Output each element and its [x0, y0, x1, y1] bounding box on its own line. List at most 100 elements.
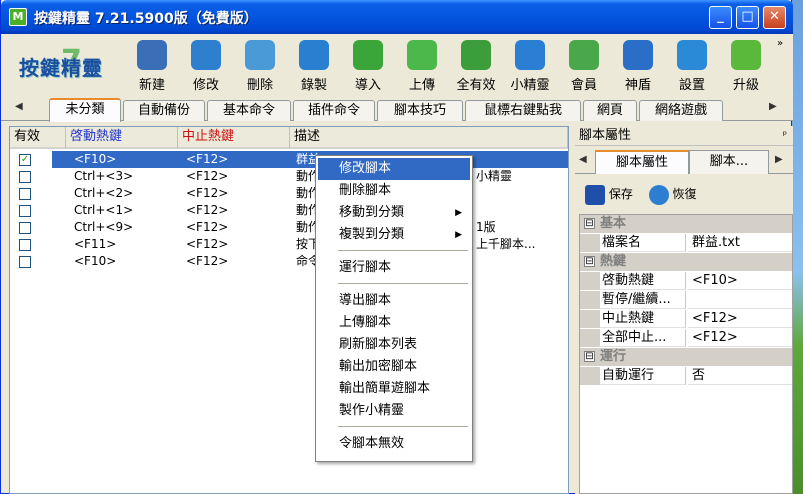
- tab-1[interactable]: 未分類: [49, 98, 121, 122]
- property-value[interactable]: 否: [688, 367, 792, 385]
- column-header-start-key[interactable]: 啓動熱鍵: [66, 127, 178, 149]
- tab-scroll-right-icon[interactable]: ▶: [769, 101, 777, 112]
- enabled-checkbox[interactable]: [19, 171, 31, 183]
- property-category[interactable]: ⊟ 熱鍵: [580, 253, 792, 271]
- enabled-checkbox[interactable]: [19, 239, 31, 251]
- toolbar-label: 導入: [354, 78, 381, 93]
- property-category[interactable]: ⊟ 基本: [580, 215, 792, 233]
- table-row[interactable]: Ctrl+<9> <F12> 動作 1版: [10, 219, 568, 236]
- toolbar-button-import[interactable]: 導入: [345, 38, 391, 96]
- property-row[interactable]: 全部中止... <F12>: [580, 329, 792, 347]
- toolbar-button-upgrade[interactable]: 升級: [723, 38, 769, 96]
- toolbar-button-edit[interactable]: 修改: [183, 38, 229, 96]
- toolbar-button-upload[interactable]: 上傳: [399, 38, 445, 96]
- menu-item-9[interactable]: 輸出加密腳本: [318, 356, 470, 378]
- enabled-checkbox[interactable]: [19, 256, 31, 268]
- tab-6[interactable]: 鼠標右鍵點我: [465, 100, 581, 121]
- maximize-button[interactable]: □: [736, 6, 759, 29]
- main-window: M 按鍵精靈 7.21.5900版（免費版） _ □ ✕ 7 按鍵精靈 新建 修改…: [0, 0, 793, 494]
- toolbar-button-shield[interactable]: 神盾: [615, 38, 661, 96]
- tab-scroll-left-icon[interactable]: ◀: [15, 101, 23, 112]
- enabled-checkbox[interactable]: [19, 188, 31, 200]
- menu-item-1[interactable]: 修改腳本: [318, 158, 470, 180]
- menu-item-5[interactable]: 運行腳本: [318, 257, 470, 279]
- category-tabs: ◀ 未分類 自動備份 基本命令 插件命令 腳本技巧 鼠標右鍵點我 網頁 網絡遊戲 ▶: [1, 97, 793, 122]
- menu-item-11[interactable]: 製作小精靈: [318, 400, 470, 422]
- pin-icon[interactable]: ᵖ: [783, 126, 787, 146]
- column-header-description[interactable]: 描述: [290, 127, 568, 149]
- menu-item-4[interactable]: 複製到分類 ▶: [318, 224, 470, 246]
- save-button[interactable]: 保存: [585, 184, 637, 205]
- menu-separator: [338, 250, 468, 251]
- toolbar-button-check-all[interactable]: 全有效: [453, 38, 499, 96]
- tab-3[interactable]: 基本命令: [207, 100, 291, 121]
- collapse-toggle-icon[interactable]: ⊟: [584, 218, 595, 229]
- tab-script-properties[interactable]: 腳本屬性: [595, 150, 689, 174]
- menu-item-label: 上傳腳本: [339, 315, 392, 330]
- property-grid[interactable]: ⊟ 基本 檔案名 群益.txt ⊟ 熱鍵 啓動熱鍵 <F10> 暫停/繼續... 中止熱鍵 <F12…: [579, 214, 793, 494]
- property-value[interactable]: 群益.txt: [688, 234, 792, 252]
- toolbar-button-gear[interactable]: 設置: [669, 38, 715, 96]
- property-row[interactable]: 檔案名 群益.txt: [580, 234, 792, 252]
- property-value[interactable]: [688, 291, 792, 309]
- menu-item-label: 製作小精靈: [339, 403, 405, 418]
- app-logo: 7 按鍵精靈: [19, 44, 121, 92]
- toolbar-more-chevron-icon[interactable]: »: [777, 38, 783, 49]
- toolbar-button-trash[interactable]: 刪除: [237, 38, 283, 96]
- enabled-checkbox[interactable]: [19, 205, 31, 217]
- menu-item-label: 導出腳本: [339, 293, 392, 308]
- property-value[interactable]: <F10>: [688, 272, 792, 290]
- table-row[interactable]: ✓ <F10> <F12> 群益: [10, 151, 568, 168]
- import-icon: [353, 40, 383, 70]
- menu-item-7[interactable]: 上傳腳本: [318, 312, 470, 334]
- table-row[interactable]: Ctrl+<1> <F12> 動作: [10, 202, 568, 219]
- toolbar-button-user[interactable]: 會員: [561, 38, 607, 96]
- property-value[interactable]: <F12>: [688, 329, 792, 347]
- property-row[interactable]: 自動運行否: [580, 367, 792, 385]
- collapse-toggle-icon[interactable]: ⊟: [584, 351, 595, 362]
- tab-8[interactable]: 網絡遊戲: [639, 100, 723, 121]
- column-header-enabled[interactable]: 有效: [10, 127, 66, 149]
- toolbar-button-new[interactable]: 新建: [129, 38, 175, 96]
- property-value[interactable]: <F12>: [688, 310, 792, 328]
- enabled-checkbox[interactable]: [19, 222, 31, 234]
- table-row[interactable]: <F11> <F12> 按下 上千腳本...: [10, 236, 568, 253]
- collapse-toggle-icon[interactable]: ⊟: [584, 256, 595, 267]
- table-row[interactable]: Ctrl+<3> <F12> 動作 小精靈: [10, 168, 568, 185]
- toolbar-label: 神盾: [624, 78, 651, 93]
- property-row[interactable]: 暫停/繼續...: [580, 291, 792, 309]
- menu-item-10[interactable]: 輸出簡單遊腳本: [318, 378, 470, 400]
- menu-item-12[interactable]: 令腳本無效: [318, 433, 470, 455]
- toolbar-label: 升級: [732, 78, 759, 93]
- gear-icon: [677, 40, 707, 70]
- toolbar-button-house[interactable]: 小精靈: [507, 38, 553, 96]
- property-row[interactable]: 中止熱鍵 <F12>: [580, 310, 792, 328]
- toolbar-button-record[interactable]: 錄製: [291, 38, 337, 96]
- menu-item-label: 移動到分類: [339, 205, 405, 220]
- tab-2[interactable]: 自動備份: [123, 100, 205, 121]
- tab-script-more[interactable]: 腳本...: [689, 150, 769, 174]
- property-gutter: [580, 291, 600, 309]
- table-row[interactable]: <F10> <F12> 命令: [10, 253, 568, 270]
- enabled-checkbox[interactable]: ✓: [19, 154, 31, 166]
- property-panel-header: 腳本屬性 ᵖ: [575, 126, 793, 146]
- property-key: 全部中止...: [600, 329, 686, 347]
- column-header-stop-key[interactable]: 中止熱鍵: [178, 127, 290, 149]
- prop-tab-scroll-right-icon[interactable]: ▶: [775, 154, 783, 165]
- minimize-button[interactable]: _: [709, 6, 732, 29]
- script-list[interactable]: 有效 啓動熱鍵 中止熱鍵 描述 ✓ <F10> <F12> 群益 Ctrl+<3> <F1…: [9, 126, 569, 494]
- title-bar[interactable]: M 按鍵精靈 7.21.5900版（免費版） _ □ ✕: [1, 0, 793, 34]
- tab-4[interactable]: 插件命令: [293, 100, 375, 121]
- property-row[interactable]: 啓動熱鍵 <F10>: [580, 272, 792, 290]
- table-row[interactable]: Ctrl+<2> <F12> 動作: [10, 185, 568, 202]
- property-category[interactable]: ⊟ 運行: [580, 348, 792, 366]
- menu-item-3[interactable]: 移動到分類 ▶: [318, 202, 470, 224]
- tab-7[interactable]: 網頁: [583, 100, 637, 121]
- restore-button[interactable]: 恢復: [648, 184, 697, 205]
- tab-5[interactable]: 腳本技巧: [377, 100, 463, 121]
- close-button[interactable]: ✕: [763, 6, 786, 29]
- prop-tab-scroll-left-icon[interactable]: ◀: [579, 154, 587, 165]
- menu-item-2[interactable]: 刪除腳本: [318, 180, 470, 202]
- menu-item-6[interactable]: 導出腳本: [318, 290, 470, 312]
- menu-item-8[interactable]: 刷新腳本列表: [318, 334, 470, 356]
